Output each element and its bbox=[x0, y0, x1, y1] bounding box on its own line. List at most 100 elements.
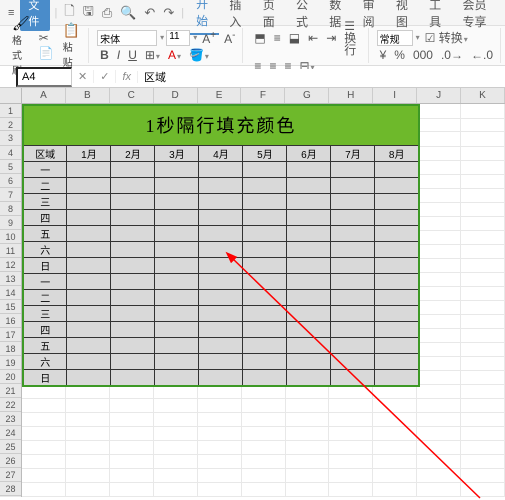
redo-icon[interactable]: ↷ bbox=[160, 5, 177, 21]
data-cell[interactable] bbox=[155, 337, 199, 353]
row-label[interactable]: 一 bbox=[23, 161, 67, 177]
cell[interactable] bbox=[417, 230, 461, 244]
print-icon[interactable]: ⎙ bbox=[99, 5, 115, 21]
convert-button[interactable]: ☑ 转换▾ bbox=[422, 31, 471, 45]
cell[interactable] bbox=[461, 314, 505, 328]
cell[interactable] bbox=[461, 328, 505, 342]
data-cell[interactable] bbox=[111, 305, 155, 321]
cell[interactable] bbox=[461, 370, 505, 384]
font-size-select[interactable]: 11 bbox=[166, 30, 190, 46]
data-cell[interactable] bbox=[287, 161, 331, 177]
cell[interactable] bbox=[461, 174, 505, 188]
cut-icon[interactable]: ✂ bbox=[36, 31, 57, 45]
currency-icon[interactable]: ¥ bbox=[377, 48, 390, 62]
cell[interactable] bbox=[22, 482, 66, 496]
data-cell[interactable] bbox=[331, 177, 375, 193]
row-header[interactable]: 18 bbox=[0, 342, 21, 356]
cell[interactable] bbox=[154, 440, 198, 454]
data-cell[interactable] bbox=[67, 177, 111, 193]
fill-color-button[interactable]: 🪣▾ bbox=[186, 48, 212, 62]
header-region[interactable]: 区域 bbox=[23, 145, 67, 161]
data-cell[interactable] bbox=[155, 225, 199, 241]
data-cell[interactable] bbox=[67, 241, 111, 257]
cell[interactable] bbox=[66, 426, 110, 440]
cell[interactable] bbox=[285, 398, 329, 412]
cell[interactable] bbox=[241, 468, 285, 482]
data-cell[interactable] bbox=[67, 193, 111, 209]
row-header[interactable]: 12 bbox=[0, 258, 21, 272]
cell[interactable] bbox=[22, 468, 66, 482]
row-header[interactable]: 13 bbox=[0, 272, 21, 286]
row-label[interactable]: 日 bbox=[23, 257, 67, 273]
cell[interactable] bbox=[461, 104, 505, 118]
cell[interactable] bbox=[461, 300, 505, 314]
cell[interactable] bbox=[417, 482, 461, 496]
data-cell[interactable] bbox=[155, 193, 199, 209]
data-cell[interactable] bbox=[155, 273, 199, 289]
data-cell[interactable] bbox=[155, 241, 199, 257]
data-cell[interactable] bbox=[111, 289, 155, 305]
save-icon[interactable]: 🖫 bbox=[80, 2, 97, 24]
row-header[interactable]: 15 bbox=[0, 300, 21, 314]
data-cell[interactable] bbox=[67, 337, 111, 353]
header-month[interactable]: 3月 bbox=[155, 145, 199, 161]
data-cell[interactable] bbox=[331, 305, 375, 321]
cell[interactable] bbox=[66, 412, 110, 426]
border-button[interactable]: ⊞▾ bbox=[142, 48, 163, 62]
data-cell[interactable] bbox=[199, 257, 243, 273]
cell[interactable] bbox=[154, 412, 198, 426]
cell[interactable] bbox=[22, 412, 66, 426]
cell[interactable] bbox=[461, 384, 505, 398]
data-cell[interactable] bbox=[111, 209, 155, 225]
cell[interactable] bbox=[154, 398, 198, 412]
col-header[interactable]: H bbox=[329, 88, 373, 103]
cell[interactable] bbox=[197, 482, 241, 496]
number-format-select[interactable]: 常规 bbox=[377, 30, 413, 46]
cell[interactable] bbox=[417, 160, 461, 174]
cell[interactable] bbox=[241, 482, 285, 496]
data-cell[interactable] bbox=[155, 321, 199, 337]
data-cell[interactable] bbox=[199, 161, 243, 177]
data-cell[interactable] bbox=[199, 321, 243, 337]
data-cell[interactable] bbox=[67, 257, 111, 273]
row-header[interactable]: 25 bbox=[0, 440, 21, 454]
data-cell[interactable] bbox=[111, 273, 155, 289]
cell[interactable] bbox=[417, 426, 461, 440]
data-cell[interactable] bbox=[155, 257, 199, 273]
cell[interactable] bbox=[22, 426, 66, 440]
row-label[interactable]: 六 bbox=[23, 241, 67, 257]
cell[interactable] bbox=[154, 468, 198, 482]
data-cell[interactable] bbox=[243, 209, 287, 225]
underline-button[interactable]: U bbox=[125, 48, 140, 62]
wrap-button[interactable]: ☰ 换行 bbox=[341, 19, 363, 57]
data-cell[interactable] bbox=[243, 289, 287, 305]
data-cell[interactable] bbox=[331, 161, 375, 177]
font-name-select[interactable]: 宋体 bbox=[97, 30, 157, 46]
cell[interactable] bbox=[154, 482, 198, 496]
cell[interactable] bbox=[66, 440, 110, 454]
cell[interactable] bbox=[461, 230, 505, 244]
cell[interactable] bbox=[197, 398, 241, 412]
row-header[interactable]: 23 bbox=[0, 412, 21, 426]
cell[interactable] bbox=[417, 412, 461, 426]
data-cell[interactable] bbox=[287, 305, 331, 321]
cell[interactable] bbox=[241, 398, 285, 412]
italic-button[interactable]: I bbox=[114, 48, 123, 62]
data-cell[interactable] bbox=[287, 225, 331, 241]
row-label[interactable]: 六 bbox=[23, 353, 67, 369]
row-header[interactable]: 16 bbox=[0, 314, 21, 328]
col-header[interactable]: E bbox=[198, 88, 242, 103]
header-month[interactable]: 5月 bbox=[243, 145, 287, 161]
cell[interactable] bbox=[285, 454, 329, 468]
align-middle-icon[interactable]: ≡ bbox=[271, 31, 284, 45]
row-header[interactable]: 6 bbox=[0, 174, 21, 188]
row-header[interactable]: 20 bbox=[0, 370, 21, 384]
cell[interactable] bbox=[461, 160, 505, 174]
cell[interactable] bbox=[329, 398, 373, 412]
data-cell[interactable] bbox=[111, 369, 155, 386]
cell[interactable] bbox=[417, 454, 461, 468]
data-cell[interactable] bbox=[287, 257, 331, 273]
row-label[interactable]: 五 bbox=[23, 337, 67, 353]
row-label[interactable]: 日 bbox=[23, 369, 67, 386]
row-header[interactable]: 26 bbox=[0, 454, 21, 468]
